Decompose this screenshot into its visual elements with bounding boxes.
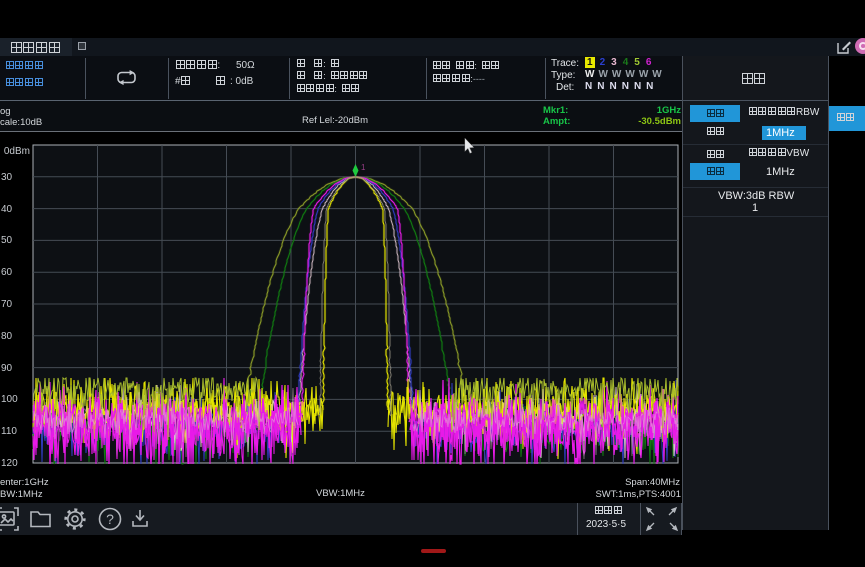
svg-text:80: 80 bbox=[1, 331, 13, 342]
svg-text:0dBm: 0dBm bbox=[4, 146, 30, 157]
svg-text:100: 100 bbox=[1, 394, 18, 405]
svg-text:40: 40 bbox=[1, 204, 13, 215]
svg-text:1: 1 bbox=[361, 163, 366, 172]
svg-text:110: 110 bbox=[1, 426, 17, 437]
svg-text:90: 90 bbox=[1, 363, 13, 374]
svg-text:120: 120 bbox=[1, 458, 18, 469]
svg-text:?: ? bbox=[106, 511, 114, 527]
svg-text:30: 30 bbox=[1, 172, 13, 183]
svg-text:60: 60 bbox=[1, 267, 13, 278]
svg-text:50: 50 bbox=[1, 235, 13, 246]
svg-text:70: 70 bbox=[1, 299, 13, 310]
